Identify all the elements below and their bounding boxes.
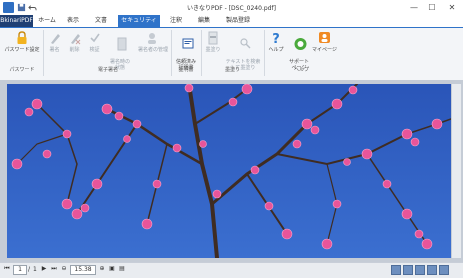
redact-label: 墨塗り [205,47,221,53]
page-total: 1 [33,266,37,273]
group-label-password: パスワード [9,67,35,73]
sign-button[interactable]: 署名 [46,31,63,53]
fit-width-button[interactable]: ▤ [118,265,126,273]
zoom-out-button[interactable]: ⊖ [60,265,68,273]
tab-view[interactable]: 表示 [62,15,84,27]
cherry-blossom-photo [7,84,451,258]
group-divider [201,30,202,76]
close-button[interactable]: ✕ [445,2,459,13]
group-label-certificate: 証明書 [178,67,194,73]
search-redact-icon [239,38,251,49]
minimize-button[interactable]: — [407,2,421,13]
maximize-button[interactable]: ☐ [425,2,439,13]
check-icon [89,33,100,43]
delete-signature-label: 削除 [69,47,80,53]
group-divider [264,30,265,76]
next-page-button[interactable]: ▶ [40,265,48,273]
group-label-redaction: 墨塗り [224,67,240,73]
group-label-digital-signature: 電子署名 [97,67,118,73]
signer-management-button[interactable]: 署名者の管理 [136,31,170,53]
two-page-continuous-view-button[interactable] [427,265,437,275]
svg-text:?: ? [272,32,280,45]
pen-delete-icon [70,34,80,45]
delete-signature-button[interactable]: 削除 [66,31,83,53]
continuous-view-button[interactable] [403,265,413,275]
help-button[interactable]: ? ヘルプ [266,31,286,53]
user-gear-icon [148,33,156,44]
window-title: いきなりPDF - [DSC_0240.pdf] [187,5,276,12]
tab-edit[interactable]: 編集 [193,15,215,27]
group-divider [43,30,44,76]
certificate-icon [182,38,194,49]
brand-menu-button[interactable]: BkinariPDF [0,15,33,27]
tab-registration[interactable]: 製品登録 [222,15,254,27]
two-page-view-button[interactable] [415,265,425,275]
page-number-input[interactable]: 1 [13,265,27,275]
tab-home[interactable]: ホーム [35,15,59,27]
first-page-button[interactable]: ⏮ [3,265,11,273]
zoom-in-button[interactable]: ⊕ [98,265,106,273]
redact-button[interactable]: 墨塗り [203,31,223,53]
group-divider [171,30,172,76]
mypage-label: マイページ [312,47,337,53]
pen-icon [50,34,60,44]
fit-page-button[interactable]: ▣ [108,265,116,273]
mypage-button[interactable]: マイページ [312,31,337,53]
single-page-view-button[interactable] [391,265,401,275]
verify-signature-label: 検証 [89,47,100,53]
thumbnail-view-button[interactable] [439,265,449,275]
redact-icon [208,31,218,45]
help-icon: ? [272,32,280,47]
support-icon [294,38,307,50]
tab-document[interactable]: 文書 [90,15,112,27]
last-page-button[interactable]: ⏭ [50,265,58,273]
help-label: ヘルプ [268,47,284,53]
lock-icon [17,31,27,44]
zoom-input[interactable]: 15.38 [70,265,96,275]
page-separator: / [28,266,31,273]
tab-annotation[interactable]: 注釈 [165,15,187,27]
tab-security[interactable]: セキュリティ [118,15,160,27]
signer-management-label: 署名者の管理 [137,47,168,53]
mypage-icon [319,32,330,43]
document-icon [117,37,127,51]
document-page-image [7,84,451,258]
sign-label: 署名 [49,47,60,53]
vertical-scrollbar[interactable] [452,84,461,258]
password-settings-label: パスワード設定 [4,47,40,53]
group-label-help: ヘルプ [293,67,309,73]
password-settings-button[interactable]: パスワード設定 [3,31,41,53]
verify-signature-button[interactable]: 検証 [86,31,103,53]
